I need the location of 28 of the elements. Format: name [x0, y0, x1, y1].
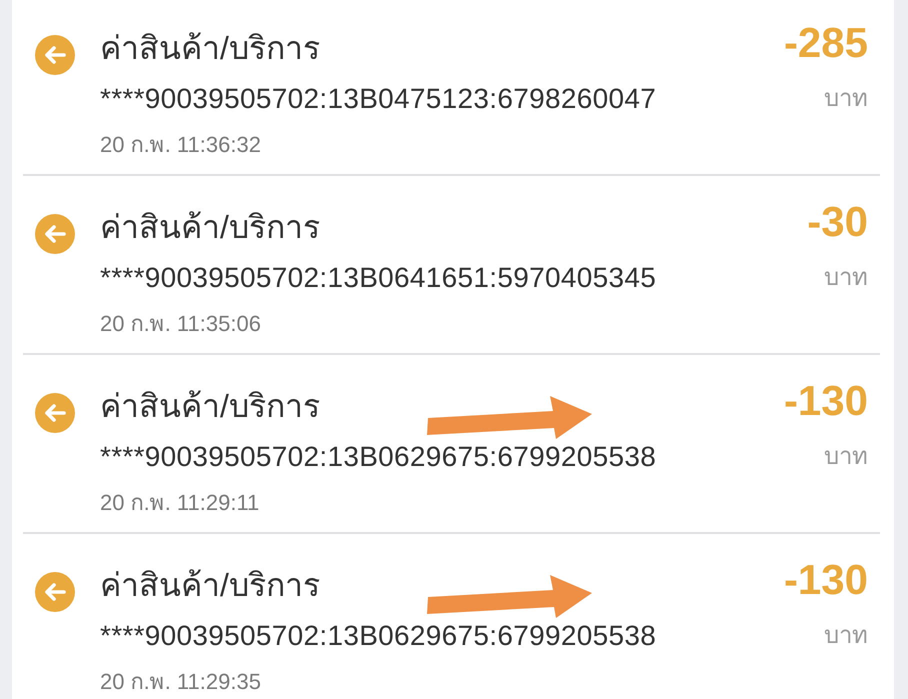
transaction-datetime: 20 ก.พ. 11:36:32 — [100, 131, 262, 159]
transaction-datetime: 20 ก.พ. 11:29:11 — [100, 489, 260, 517]
currency-label: บาท — [824, 442, 868, 472]
transaction-row[interactable]: ค่าสินค้า/บริการ ****90039505702:13B0629675:6799205538 20 ก.พ. 11:29:35 -130 บาท — [23, 534, 880, 699]
transaction-datetime: 20 ก.พ. 11:29:35 — [100, 668, 262, 696]
reference-number: ****90039505702:13B0641651:5970405345 — [100, 261, 658, 295]
transaction-row[interactable]: ค่าสินค้า/บริการ ****90039505702:13B0629675:6799205538 20 ก.พ. 11:29:11 -130 บาท — [23, 355, 880, 534]
currency-label: บาท — [824, 263, 868, 293]
reference-number: ****90039505702:13B0475123:6798260047 — [100, 82, 658, 116]
transaction-amount: -285 — [784, 21, 868, 65]
transaction-title: ค่าสินค้า/บริการ — [100, 208, 321, 247]
transaction-row[interactable]: ค่าสินค้า/บริการ ****90039505702:13B0475123:6798260047 20 ก.พ. 11:36:32 -285 บาท — [23, 0, 880, 176]
currency-label: บาท — [824, 84, 868, 114]
left-arrow-circle-icon — [35, 214, 75, 254]
reference-number: ****90039505702:13B0629675:6799205538 — [100, 619, 658, 653]
transaction-amount: -130 — [784, 379, 868, 423]
transaction-title: ค่าสินค้า/บริการ — [100, 566, 321, 605]
transaction-title: ค่าสินค้า/บริการ — [100, 387, 321, 426]
transaction-row[interactable]: ค่าสินค้า/บริการ ****90039505702:13B0641651:5970405345 20 ก.พ. 11:35:06 -30 บาท — [23, 176, 880, 355]
left-arrow-circle-icon — [35, 35, 75, 75]
reference-number: ****90039505702:13B0629675:6799205538 — [100, 440, 658, 474]
transaction-amount: -30 — [807, 200, 868, 244]
left-arrow-circle-icon — [35, 572, 75, 612]
transaction-amount: -130 — [784, 558, 868, 602]
transaction-title: ค่าสินค้า/บริการ — [100, 29, 321, 68]
left-arrow-circle-icon — [35, 393, 75, 433]
transaction-datetime: 20 ก.พ. 11:35:06 — [100, 310, 262, 338]
currency-label: บาท — [824, 621, 868, 651]
